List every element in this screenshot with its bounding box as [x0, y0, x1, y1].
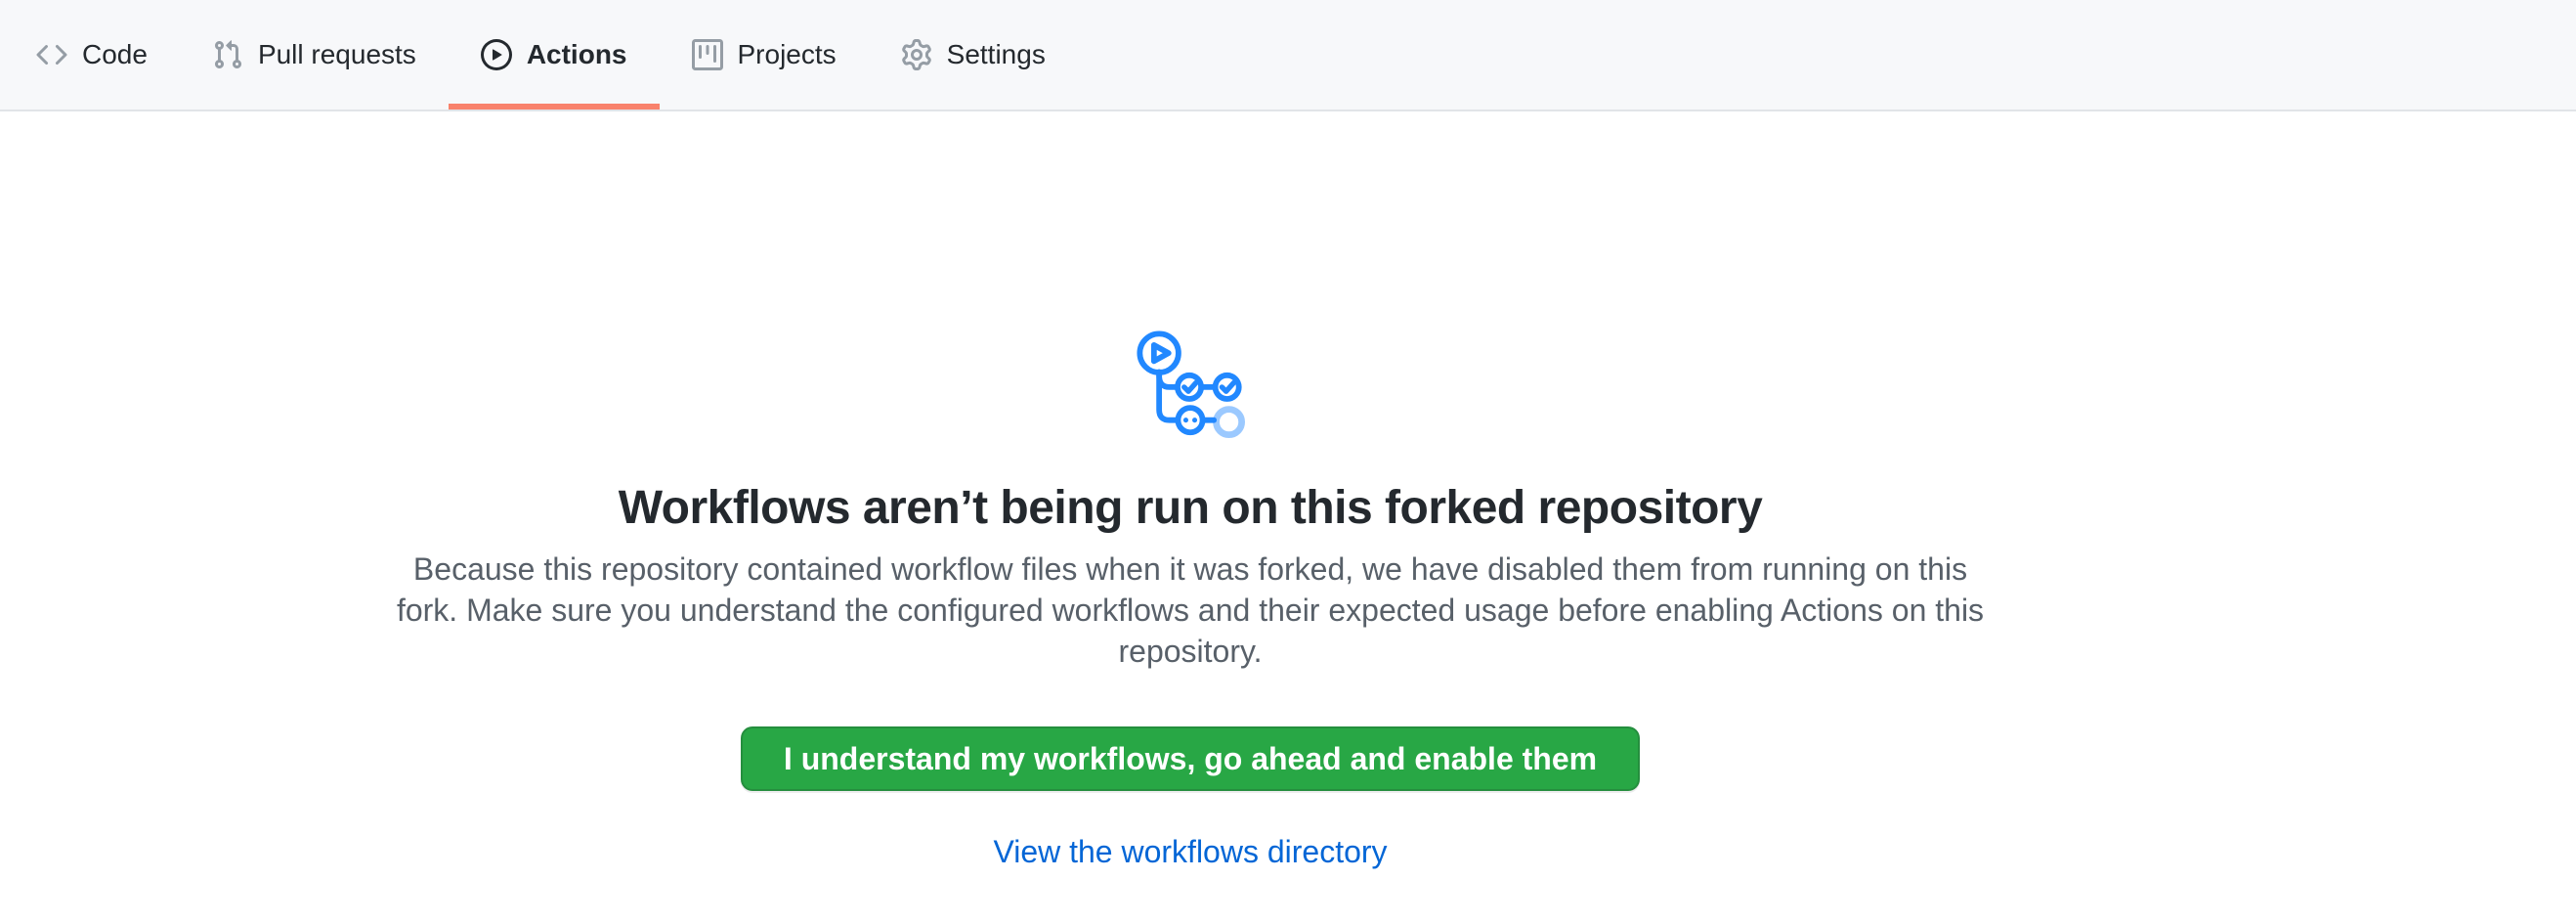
github-actions-page: Code Pull requests Actions Projects Sett: [0, 0, 2576, 923]
tab-label: Code: [82, 41, 148, 68]
tab-pull-requests[interactable]: Pull requests: [180, 0, 449, 110]
code-icon: [36, 39, 67, 70]
workflow-illustration-icon: [1133, 330, 1248, 439]
project-icon: [692, 39, 723, 70]
play-icon: [481, 39, 512, 70]
blankslate-description: Because this repository contained workfl…: [389, 549, 1992, 672]
tab-actions[interactable]: Actions: [449, 0, 660, 110]
tab-label: Projects: [738, 41, 837, 68]
enable-workflows-button[interactable]: I understand my workflows, go ahead and …: [741, 726, 1640, 791]
tab-label: Actions: [527, 41, 627, 68]
tab-label: Settings: [947, 41, 1046, 68]
tab-settings[interactable]: Settings: [869, 0, 1078, 110]
gear-icon: [901, 39, 932, 70]
workflows-disabled-blankslate: Workflows aren’t being run on this forke…: [0, 111, 2381, 869]
tab-label: Pull requests: [258, 41, 416, 68]
repo-nav: Code Pull requests Actions Projects Sett: [0, 0, 2576, 111]
git-pull-request-icon: [212, 39, 243, 70]
main-content: Workflows aren’t being run on this forke…: [0, 111, 2381, 869]
tab-code[interactable]: Code: [4, 0, 180, 110]
tab-projects[interactable]: Projects: [660, 0, 869, 110]
view-workflows-directory-link[interactable]: View the workflows directory: [993, 834, 1387, 869]
blankslate-heading: Workflows aren’t being run on this forke…: [619, 482, 1763, 535]
